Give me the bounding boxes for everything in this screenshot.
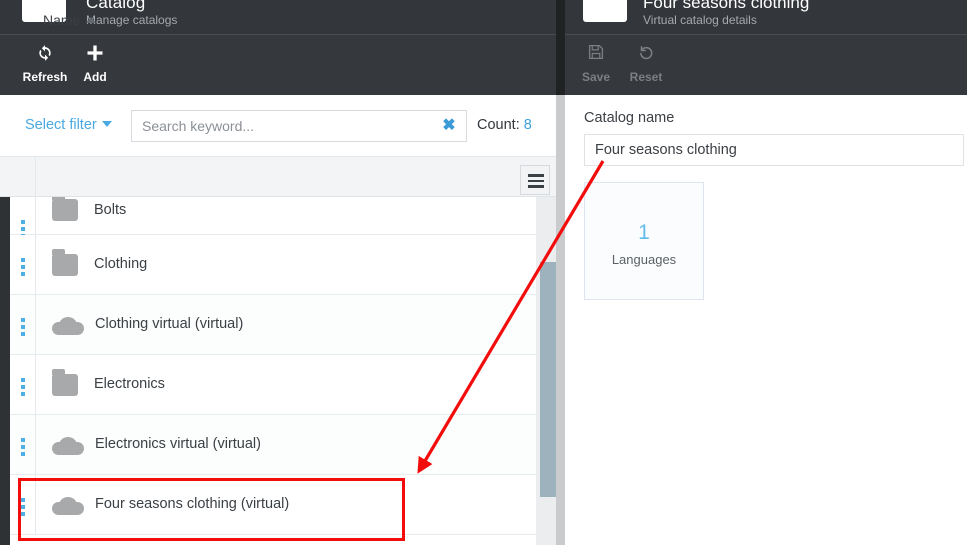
grid-header-gutter [10,157,36,196]
count-label: Count: [477,117,520,133]
kebab-dot [21,318,25,322]
kebab-dot [21,498,25,502]
table-row[interactable]: Bolts [10,197,546,238]
catalog-name-input[interactable] [584,134,964,166]
search-box: ✖ [131,110,467,142]
kebab-dot [21,258,25,262]
folder-icon [52,249,78,276]
kebab-dot [21,325,25,329]
save-button-label: Save [581,70,611,84]
save-disk-icon [568,43,624,67]
reset-button-label: Reset [629,70,663,84]
grid-header-row [0,157,556,197]
catalog-name: Bolts [94,202,127,218]
cloud-icon [52,497,84,515]
hamburger-icon-bar [528,174,544,177]
left-edge-strip [0,197,10,545]
left-toolbar: Refresh Add [0,34,556,95]
kebab-dot [21,272,25,276]
reset-button[interactable]: Reset [618,43,674,89]
table-row[interactable]: Electronics virtual (virtual) [10,415,546,475]
list-scrollbar-thumb[interactable] [540,262,556,497]
kebab-dot [21,332,25,336]
catalog-name: Clothing [94,256,148,272]
save-button[interactable]: Save [568,43,624,89]
kebab-dot [21,512,25,516]
column-options-button[interactable] [520,165,550,195]
kebab-dot [21,445,25,449]
kebab-dot [21,385,25,389]
plus-icon [67,43,123,67]
column-header-name[interactable]: Name [43,12,97,28]
search-input[interactable] [132,111,432,141]
catalog-list: Bolts Clothing Clothing virtual (virtual… [10,197,546,545]
column-header-name-label: Name [43,12,81,28]
row-actions-menu[interactable] [10,415,36,474]
cloud-icon [52,437,84,455]
kebab-dot [21,392,25,396]
hamburger-icon-bar [528,185,544,188]
folder-icon [52,197,78,221]
row-actions-menu[interactable] [10,475,36,534]
row-actions-menu[interactable] [10,295,36,354]
kebab-dot [21,265,25,269]
row-actions-menu[interactable] [10,197,36,238]
kebab-dot [21,378,25,382]
select-filter-dropdown[interactable]: Select filter [25,117,112,133]
catalog-name: Electronics virtual (virtual) [95,436,261,452]
panel-divider-top [556,0,565,95]
refresh-button[interactable]: Refresh [17,43,73,89]
kebab-dot [21,438,25,442]
chevron-down-icon [101,121,112,127]
catalog-name: Four seasons clothing (virtual) [95,496,290,512]
table-row[interactable]: Clothing [10,235,546,295]
panel-divider[interactable] [556,95,565,545]
row-actions-menu[interactable] [10,235,36,294]
languages-count: 1 [638,221,650,244]
table-row-selected[interactable]: Four seasons clothing (virtual) [10,475,546,535]
kebab-dot [21,452,25,456]
undo-arrow-icon [618,43,674,67]
languages-card[interactable]: 1 Languages [584,182,704,300]
hamburger-icon-bar [528,179,544,182]
add-button-label: Add [83,70,107,84]
catalog-list-panel: Catalog Manage catalogs Refresh Add Sele… [0,0,556,545]
details-subtitle: Virtual catalog details [643,13,757,27]
add-button[interactable]: Add [67,43,123,89]
details-title: Four seasons clothing [643,0,810,12]
table-row[interactable]: Clothing virtual (virtual) [10,295,546,355]
kebab-dot [21,227,25,231]
catalog-name: Clothing virtual (virtual) [95,316,244,332]
catalog-name-label: Catalog name [584,110,675,126]
clear-search-icon[interactable]: ✖ [440,115,458,137]
row-actions-menu[interactable] [10,355,36,414]
folder-icon [583,0,627,22]
refresh-button-label: Refresh [22,70,68,84]
kebab-dot [21,505,25,509]
result-count: Count: 8 [477,117,532,133]
table-row[interactable]: Electronics [10,355,546,415]
kebab-dot [21,220,25,224]
catalog-management-screen: Catalog Manage catalogs Refresh Add Sele… [0,0,967,545]
right-panel-header: Four seasons clothing Virtual catalog de… [565,0,967,34]
select-filter-label: Select filter [25,117,97,133]
cloud-icon [52,317,84,335]
page-subtitle: Manage catalogs [86,13,178,27]
catalog-name: Electronics [94,376,165,392]
sort-ascending-icon [86,17,97,23]
folder-icon [52,369,78,396]
languages-card-label: Languages [611,252,677,267]
right-toolbar: Save Reset [565,34,967,95]
count-value: 8 [523,117,532,133]
refresh-icon [17,43,73,67]
